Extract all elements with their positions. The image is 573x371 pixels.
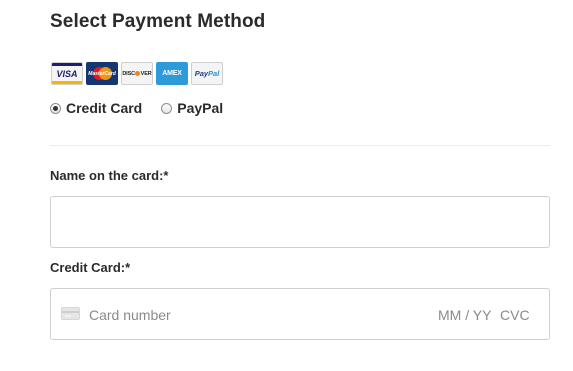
paypal-option-label: PayPal	[177, 100, 224, 116]
credit-card-label: Credit Card:*	[50, 260, 131, 275]
paypal-logo-icon: Pay Pal	[191, 62, 223, 85]
visa-logo-label: VISA	[56, 68, 78, 79]
cvc-input[interactable]: CVC	[500, 307, 530, 323]
paypal-radio[interactable]	[161, 102, 173, 114]
credit-card-option[interactable]: Credit Card	[50, 100, 142, 116]
name-on-card-field-wrapper	[50, 196, 550, 248]
name-on-card-label: Name on the card:*	[50, 168, 169, 183]
amex-logo-label: AMEX	[162, 70, 182, 77]
discover-logo-icon: DISC VER	[121, 62, 153, 85]
amex-logo-icon: AMEX	[156, 62, 188, 85]
section-divider	[50, 145, 550, 146]
expiry-input[interactable]: MM / YY	[438, 307, 491, 323]
credit-card-field[interactable]: Card number MM / YY CVC	[50, 288, 550, 340]
credit-card-radio[interactable]	[50, 102, 61, 114]
payment-method-options: Credit Card PayPal	[50, 100, 223, 116]
name-on-card-input[interactable]	[51, 197, 549, 247]
accepted-cards: VISA MasterCard DISC VER AMEX Pay Pal	[51, 62, 223, 85]
mastercard-logo-label: MasterCard	[88, 70, 116, 77]
credit-card-icon	[61, 307, 80, 320]
credit-card-option-label: Credit Card	[66, 100, 143, 116]
page-title: Select Payment Method	[50, 11, 266, 32]
card-number-input[interactable]: Card number	[89, 307, 171, 323]
visa-logo-icon: VISA	[51, 62, 83, 85]
paypal-option[interactable]: PayPal	[161, 100, 223, 116]
mastercard-logo-icon: MasterCard	[86, 62, 118, 85]
